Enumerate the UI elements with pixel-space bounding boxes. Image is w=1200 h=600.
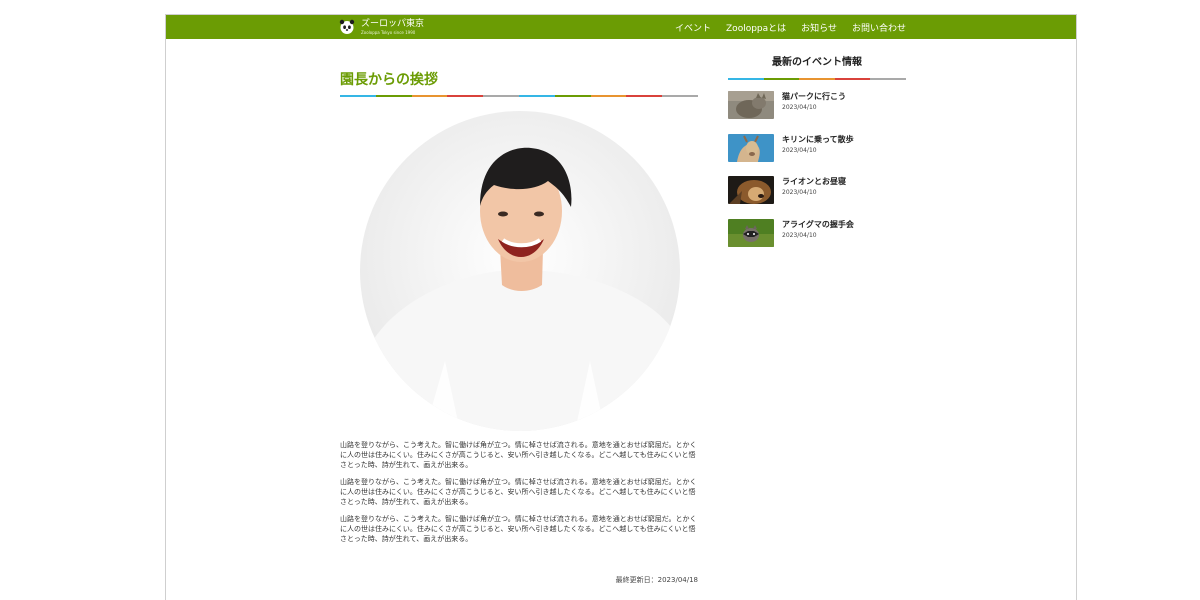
greeting-paragraph: 山路を登りながら、こう考えた。智に働けば角が立つ。情に棹させば流される。意地を通… (340, 441, 697, 469)
rule-segment (834, 78, 871, 80)
lion-photo[interactable] (728, 176, 774, 204)
page-frame: ズーロッパ東京 Zooloppa Tokyo since 1990 イベント Z… (165, 14, 1077, 600)
site-title[interactable]: ズーロッパ東京 (361, 19, 424, 29)
nav-item-events[interactable]: イベント (675, 21, 711, 34)
rule-segment (483, 95, 519, 97)
sidebar-title-underline (728, 78, 906, 80)
event-item[interactable]: ライオンとお昼寝 2023/04/10 (728, 176, 906, 206)
rule-segment (518, 95, 555, 97)
director-portrait (360, 111, 680, 431)
rule-segment (763, 78, 800, 80)
nav-item-news[interactable]: お知らせ (801, 21, 837, 34)
event-item[interactable]: 猫パークに行こう 2023/04/10 (728, 91, 906, 121)
rule-segment (590, 95, 627, 97)
nav-item-contact[interactable]: お問い合わせ (852, 21, 906, 34)
last-updated-date: 最終更新日：2023/04/18 (615, 576, 698, 584)
rule-segment (662, 95, 698, 97)
event-date: 2023/04/10 (782, 232, 817, 239)
event-title[interactable]: キリンに乗って散歩 (782, 134, 854, 146)
giraffe-photo[interactable] (728, 134, 774, 162)
event-title[interactable]: ライオンとお昼寝 (782, 176, 846, 188)
event-item[interactable]: アライグマの握手会 2023/04/10 (728, 219, 906, 249)
event-sidebar: 最新のイベント情報 (728, 55, 906, 80)
rule-segment (799, 78, 835, 80)
event-date: 2023/04/10 (782, 189, 817, 196)
rule-segment (340, 95, 376, 97)
greeting-body: 山路を登りながら、こう考えた。智に働けば角が立つ。情に棹させば流される。意地を通… (340, 440, 700, 551)
event-title[interactable]: 猫パークに行こう (782, 91, 846, 103)
rule-segment (411, 95, 448, 97)
nav-item-about[interactable]: Zooloppaとは (726, 21, 786, 34)
rule-segment (554, 95, 591, 97)
greeting-paragraph: 山路を登りながら、こう考えた。智に働けば角が立つ。情に棹させば流される。意地を通… (340, 478, 697, 506)
rule-segment (728, 78, 764, 80)
cat-photo[interactable] (728, 91, 774, 119)
rule-segment (870, 78, 906, 80)
site-subtitle: Zooloppa Tokyo since 1990 (361, 30, 416, 35)
event-date: 2023/04/10 (782, 147, 817, 154)
event-title[interactable]: アライグマの握手会 (782, 219, 854, 231)
event-item[interactable]: キリンに乗って散歩 2023/04/10 (728, 134, 906, 164)
main-content: 園長からの挨拶 (340, 70, 698, 97)
main-nav: イベント Zooloppaとは お知らせ お問い合わせ (675, 15, 906, 39)
event-date: 2023/04/10 (782, 104, 817, 111)
rule-segment (447, 95, 484, 97)
raccoon-photo[interactable] (728, 219, 774, 247)
sidebar-title: 最新のイベント情報 (772, 57, 862, 68)
rule-segment (375, 95, 412, 97)
page-title: 園長からの挨拶 (340, 72, 438, 88)
panda-icon[interactable] (339, 19, 355, 35)
title-underline (340, 95, 698, 97)
top-navigation-bar: ズーロッパ東京 Zooloppa Tokyo since 1990 イベント Z… (166, 15, 1076, 39)
greeting-paragraph: 山路を登りながら、こう考えた。智に働けば角が立つ。情に棹させば流される。意地を通… (340, 515, 697, 543)
rule-segment (626, 95, 663, 97)
